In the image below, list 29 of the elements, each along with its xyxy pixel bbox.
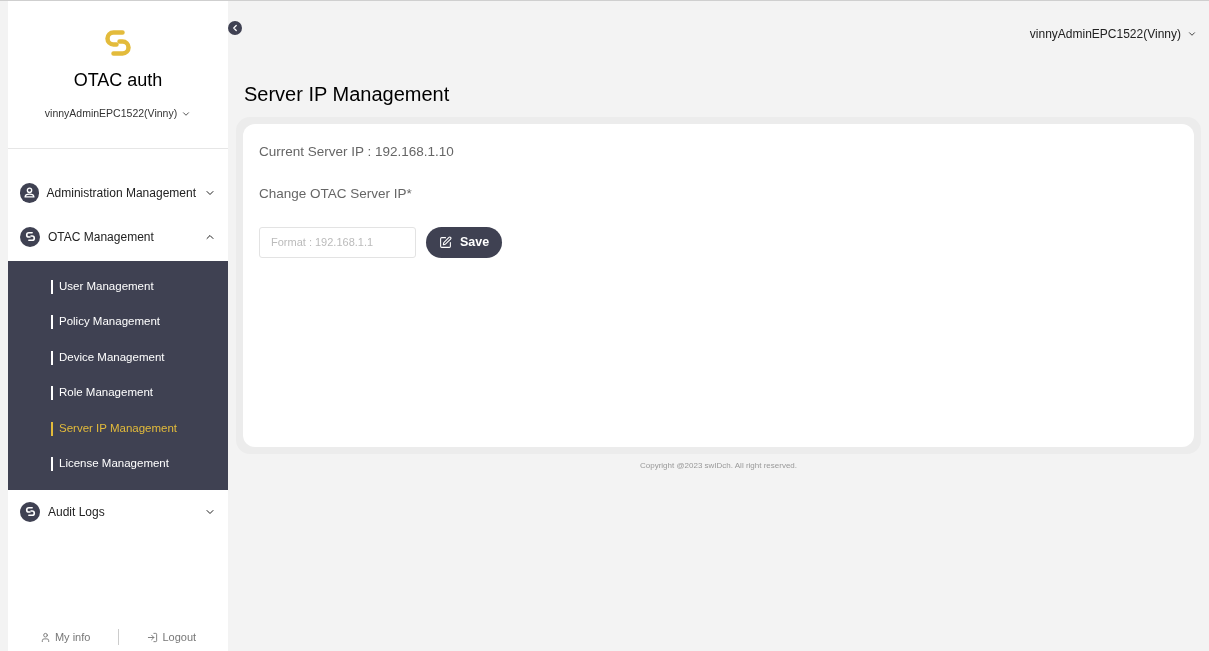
my-info-link[interactable]: My info <box>39 628 91 646</box>
submenu-item[interactable]: Role Management <box>8 375 228 411</box>
link-icon <box>20 226 40 247</box>
brand-name: OTAC auth <box>73 69 163 92</box>
submenu-item[interactable]: Server IP Management <box>8 410 228 447</box>
user-menu[interactable]: vinnyAdminEPC1522(Vinny) <box>1029 25 1197 43</box>
logout-link[interactable]: Logout <box>147 628 197 646</box>
page-title: Server IP Management <box>244 82 451 107</box>
change-ip-label: Change OTAC Server IP* <box>259 185 413 204</box>
user-dropdown[interactable]: vinnyAdminEPC1522(Vinny) <box>44 106 192 122</box>
copyright-text: Copyright @2023 swIDch. All right reserved. <box>638 460 799 472</box>
menu-group[interactable]: OTAC Management <box>8 214 228 259</box>
person-icon <box>39 631 51 643</box>
person-icon <box>20 182 39 203</box>
logout-icon <box>147 631 159 643</box>
submenu-item[interactable]: Policy Management <box>8 304 228 340</box>
current-ip-text: Current Server IP : 192.168.1.10 <box>259 143 455 161</box>
link-icon <box>20 501 40 522</box>
submenu-item[interactable]: License Management <box>8 446 228 482</box>
collapse-button[interactable] <box>228 21 242 35</box>
chevron-down-icon <box>1187 29 1197 39</box>
submenu-item[interactable]: Device Management <box>8 339 228 376</box>
ip-input-field[interactable]: Format : 192.168.1.1 <box>259 226 416 258</box>
chevron-left-icon <box>230 23 240 33</box>
submenu-item[interactable]: User Management <box>8 268 228 305</box>
edit-icon <box>439 235 452 249</box>
save-button[interactable]: Save <box>426 226 503 258</box>
menu-group[interactable]: Audit Logs <box>8 489 228 534</box>
menu-group[interactable]: Administration Management <box>8 170 228 215</box>
